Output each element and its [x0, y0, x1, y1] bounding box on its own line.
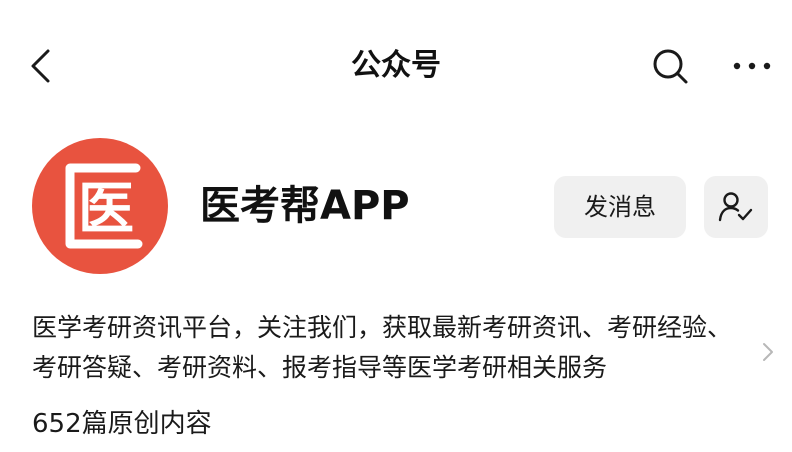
chevron-right-icon[interactable]	[758, 340, 778, 364]
send-message-button[interactable]: 发消息	[554, 176, 686, 238]
description-text: 医学考研资讯平台，关注我们，获取最新考研资讯、考研经验、考研答疑、考研资料、报考…	[32, 313, 733, 382]
account-avatar[interactable]: 医	[32, 138, 168, 274]
user-check-icon	[718, 192, 753, 222]
svg-text:医: 医	[78, 177, 134, 242]
account-description[interactable]: 医学考研资讯平台，关注我们，获取最新考研资讯、考研经验、考研答疑、考研资料、报考…	[32, 308, 752, 388]
account-name: 医考帮APP	[200, 183, 410, 229]
nav-bar: 公众号	[0, 0, 792, 130]
search-icon	[653, 49, 688, 84]
more-button[interactable]	[728, 44, 776, 88]
following-button[interactable]	[704, 176, 768, 238]
account-logo: 医	[65, 163, 143, 249]
back-button[interactable]	[18, 44, 62, 88]
ellipsis-icon	[733, 62, 771, 70]
original-article-count[interactable]: 652篇原创内容	[32, 404, 212, 444]
chevron-left-icon	[31, 49, 50, 83]
search-button[interactable]	[648, 44, 692, 88]
